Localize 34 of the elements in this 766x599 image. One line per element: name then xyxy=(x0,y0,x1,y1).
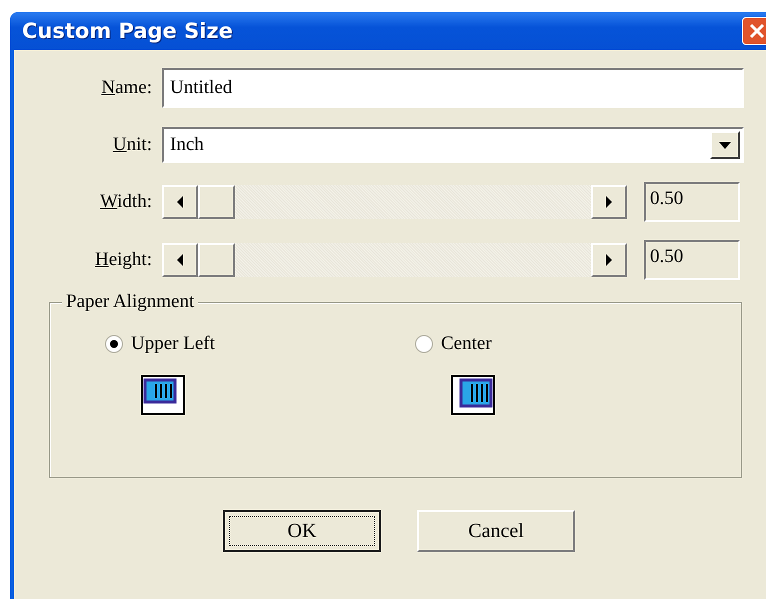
caret-icon xyxy=(719,142,731,148)
scroll-slider[interactable] xyxy=(162,185,627,219)
dialog-button[interactable]: Cancel xyxy=(417,510,575,552)
scroll-right-button[interactable] xyxy=(591,185,627,219)
radio-button[interactable] xyxy=(105,335,123,353)
scroll-left-button[interactable] xyxy=(162,185,198,219)
left-arrow-icon xyxy=(177,196,183,208)
close-icon xyxy=(748,22,766,40)
right-arrow-icon xyxy=(606,196,612,208)
slider-thumb[interactable] xyxy=(198,185,235,219)
radio-label: Upper Left xyxy=(131,333,215,355)
scroll-left-button[interactable] xyxy=(162,243,198,277)
dropdown-button[interactable] xyxy=(710,131,740,159)
value-field: 0.50 xyxy=(644,240,740,280)
radio-label: Center xyxy=(441,333,492,355)
scroll-slider[interactable] xyxy=(162,243,627,277)
value-field: 0.50 xyxy=(644,182,740,222)
dropdown[interactable]: Inch xyxy=(162,127,744,163)
window-title: Custom Page Size xyxy=(22,19,233,43)
group-title: Paper Alignment xyxy=(62,291,198,313)
field-label: Name: xyxy=(100,77,152,99)
scroll-right-button[interactable] xyxy=(591,243,627,277)
close-button[interactable] xyxy=(742,17,766,45)
corner-align-icon xyxy=(141,375,185,415)
left-arrow-icon xyxy=(177,254,183,266)
right-arrow-icon xyxy=(606,254,612,266)
slider-thumb[interactable] xyxy=(198,243,235,277)
center-align-icon xyxy=(451,375,495,415)
slider-label: Width: xyxy=(98,191,152,213)
input-field[interactable]: Untitled xyxy=(162,68,744,108)
slider-label: Height: xyxy=(94,249,152,271)
field-label: Unit: xyxy=(112,134,152,156)
radio-button[interactable] xyxy=(415,335,433,353)
dialog-button[interactable]: OK xyxy=(223,510,381,552)
